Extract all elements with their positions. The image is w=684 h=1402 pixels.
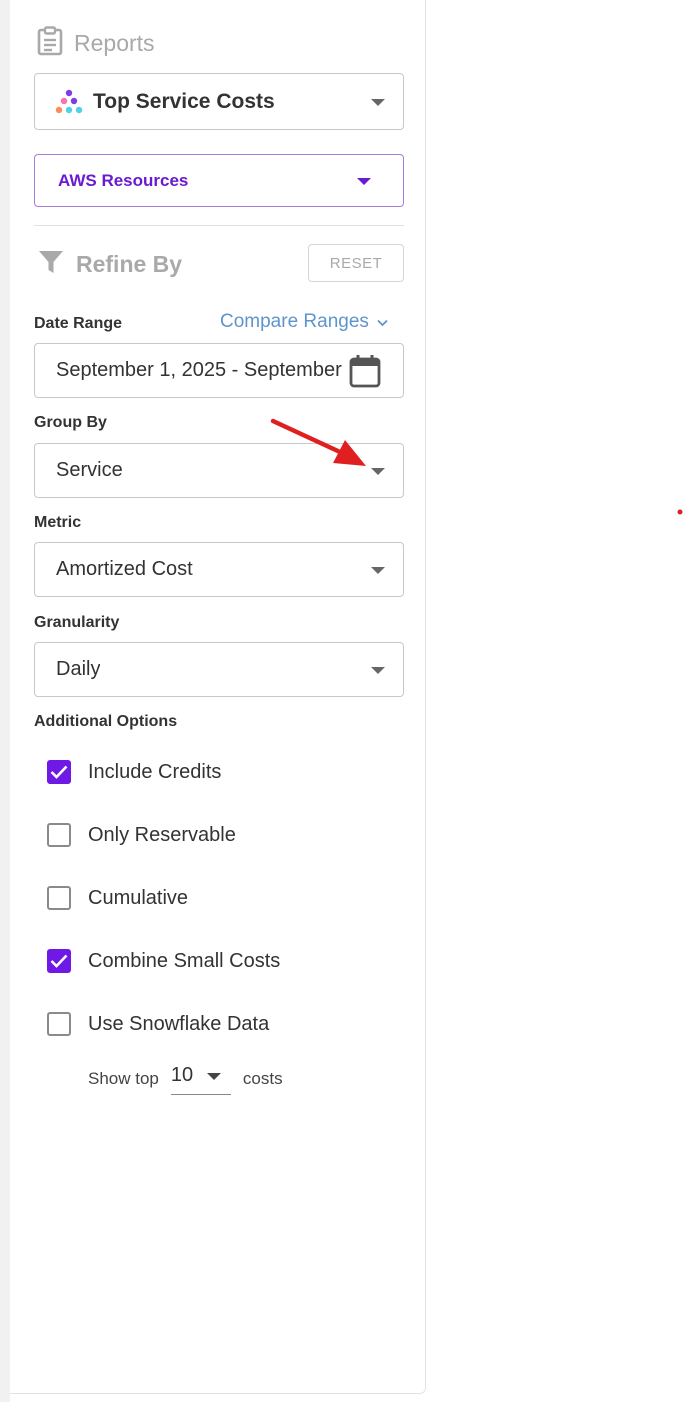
- compare-ranges-text: Compare Ranges: [220, 311, 369, 332]
- option-include-credits[interactable]: Include Credits: [47, 760, 221, 784]
- chevron-down-icon: [357, 177, 371, 185]
- option-combine-small-costs[interactable]: Combine Small Costs: [47, 949, 280, 973]
- refine-title: Refine By: [76, 251, 183, 277]
- chevron-down-icon: [377, 311, 388, 333]
- group-by-label: Group By: [34, 414, 107, 431]
- checkbox-unchecked[interactable]: [47, 823, 71, 847]
- reset-button[interactable]: RESET: [308, 244, 404, 282]
- option-label: Use Snowflake Data: [88, 1012, 270, 1035]
- chevron-down-icon: [371, 566, 385, 574]
- page-background: [0, 0, 10, 1402]
- show-top-select[interactable]: 10: [170, 1062, 231, 1095]
- option-label: Include Credits: [88, 760, 222, 783]
- group-by-value: Service: [56, 459, 123, 481]
- divider: [34, 225, 404, 226]
- granularity-value: Daily: [56, 658, 101, 680]
- show-top-control: Show top 10 costs: [88, 1062, 283, 1095]
- date-range-input[interactable]: September 1, 2025 - September: [34, 343, 404, 398]
- group-by-select[interactable]: Service: [34, 443, 404, 498]
- option-cumulative[interactable]: Cumulative: [47, 886, 188, 910]
- filter-sidebar: Reports Top Service Costs AWS Resources …: [10, 0, 426, 1394]
- clipboard-icon: [36, 26, 64, 61]
- option-label: Only Reservable: [88, 823, 236, 846]
- show-top-suffix: costs: [242, 1068, 283, 1088]
- option-use-snowflake-data[interactable]: Use Snowflake Data: [47, 1012, 269, 1036]
- granularity-select[interactable]: Daily: [34, 642, 404, 697]
- report-logo-icon: [55, 89, 83, 115]
- annotation-dot: [677, 509, 683, 515]
- metric-label: Metric: [34, 514, 82, 531]
- option-label: Combine Small Costs: [88, 949, 281, 972]
- metric-value: Amortized Cost: [56, 558, 193, 580]
- chevron-down-icon: [371, 467, 385, 475]
- date-range-label: Date Range: [34, 315, 123, 332]
- checkbox-checked[interactable]: [47, 949, 71, 973]
- filter-icon: [38, 249, 64, 280]
- chevron-down-icon: [206, 1073, 221, 1080]
- show-top-prefix: Show top: [88, 1068, 159, 1088]
- additional-options-label: Additional Options: [34, 713, 178, 730]
- date-range-value: September 1, 2025 - September: [56, 359, 342, 381]
- chevron-down-icon: [371, 666, 385, 674]
- refine-header: Refine By: [38, 249, 182, 280]
- checkbox-unchecked[interactable]: [47, 1012, 71, 1036]
- option-label: Cumulative: [88, 886, 189, 909]
- compare-ranges-link[interactable]: Compare Ranges: [220, 311, 388, 333]
- option-only-reservable[interactable]: Only Reservable: [47, 823, 236, 847]
- reports-header: Reports: [36, 26, 155, 61]
- chevron-down-icon: [371, 98, 385, 106]
- checkbox-checked[interactable]: [47, 760, 71, 784]
- checkbox-unchecked[interactable]: [47, 886, 71, 910]
- report-select-value: Top Service Costs: [93, 89, 275, 113]
- resource-select-value: AWS Resources: [58, 170, 189, 190]
- resource-select[interactable]: AWS Resources: [34, 154, 404, 207]
- metric-select[interactable]: Amortized Cost: [34, 542, 404, 597]
- calendar-icon[interactable]: [349, 354, 381, 393]
- report-select[interactable]: Top Service Costs: [34, 73, 404, 130]
- show-top-value: 10: [170, 1064, 194, 1086]
- reports-title: Reports: [74, 30, 155, 56]
- granularity-label: Granularity: [34, 614, 120, 631]
- checkmark-icon: [50, 954, 68, 968]
- checkmark-icon: [50, 765, 68, 779]
